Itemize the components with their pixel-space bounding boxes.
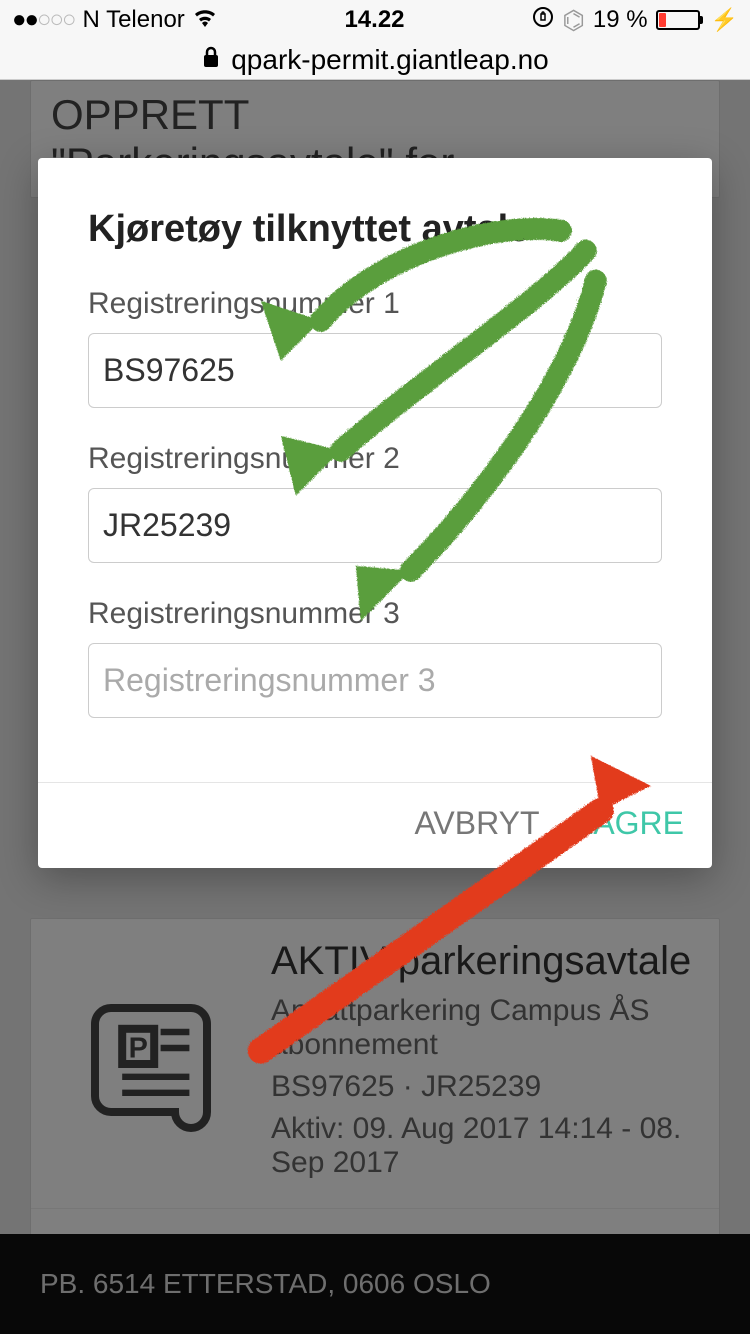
modal-actions: AVBRYT LAGRE [38, 782, 712, 868]
ios-status-bar: ●●○○○ N Telenor 14.22 ⌬ 19 % ⚡ [0, 0, 750, 40]
charging-icon: ⚡ [711, 7, 738, 33]
status-time: 14.22 [217, 6, 532, 34]
battery-pct: 19 % [593, 6, 648, 34]
status-right: ⌬ 19 % ⚡ [532, 5, 738, 36]
save-button[interactable]: LAGRE [576, 805, 684, 842]
signal-dots-icon: ●●○○○ [12, 6, 75, 34]
lock-icon [201, 44, 221, 76]
url-host: qpark-permit.giantleap.no [231, 44, 549, 76]
battery-icon [656, 10, 703, 30]
modal-title: Kjøretøy tilknyttet avtale [88, 208, 662, 251]
reg2-label: Registreringsnummer 2 [88, 442, 662, 476]
vehicle-modal: Kjøretøy tilknyttet avtale Registrerings… [38, 158, 712, 868]
wifi-icon [193, 6, 217, 34]
reg3-label: Registreringsnummer 3 [88, 597, 662, 631]
reg1-label: Registreringsnummer 1 [88, 287, 662, 321]
carrier-label: N Telenor [83, 6, 185, 34]
reg3-input[interactable] [88, 643, 662, 718]
reg1-input[interactable] [88, 333, 662, 408]
browser-url-bar[interactable]: qpark-permit.giantleap.no [0, 40, 750, 80]
bluetooth-icon: ⌬ [562, 5, 585, 36]
orientation-lock-icon [532, 6, 554, 35]
reg2-input[interactable] [88, 488, 662, 563]
cancel-button[interactable]: AVBRYT [414, 805, 539, 842]
status-left: ●●○○○ N Telenor [12, 6, 217, 34]
